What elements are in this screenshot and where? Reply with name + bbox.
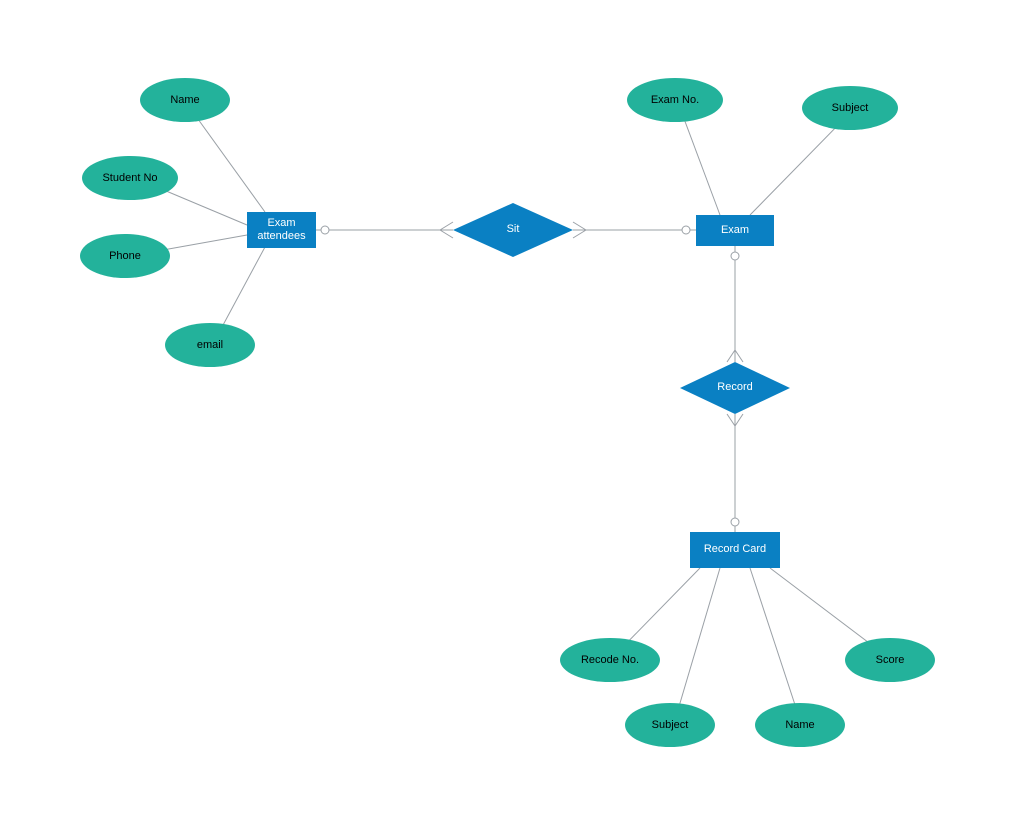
attr-examno (627, 78, 723, 122)
attr-rc-subject (625, 703, 715, 747)
attr-studentno (82, 156, 178, 200)
attr-score (845, 638, 935, 682)
rel-record (680, 362, 790, 414)
line-exam-subject (750, 118, 845, 215)
attr-name (140, 78, 230, 122)
line-rc-name (750, 568, 800, 720)
rel-sit (453, 203, 573, 257)
attr-rc-name (755, 703, 845, 747)
attr-phone (80, 234, 170, 278)
entity-exam-attendees (247, 212, 316, 248)
attr-email (165, 323, 255, 367)
line-attendees-name (190, 108, 265, 212)
attr-recodeno (560, 638, 660, 682)
er-diagram (0, 0, 1024, 816)
entity-record-card (690, 532, 780, 568)
line-rc-subject (675, 568, 720, 720)
line-exam-examno (680, 108, 720, 215)
entity-exam (696, 215, 774, 246)
attr-subject (802, 86, 898, 130)
